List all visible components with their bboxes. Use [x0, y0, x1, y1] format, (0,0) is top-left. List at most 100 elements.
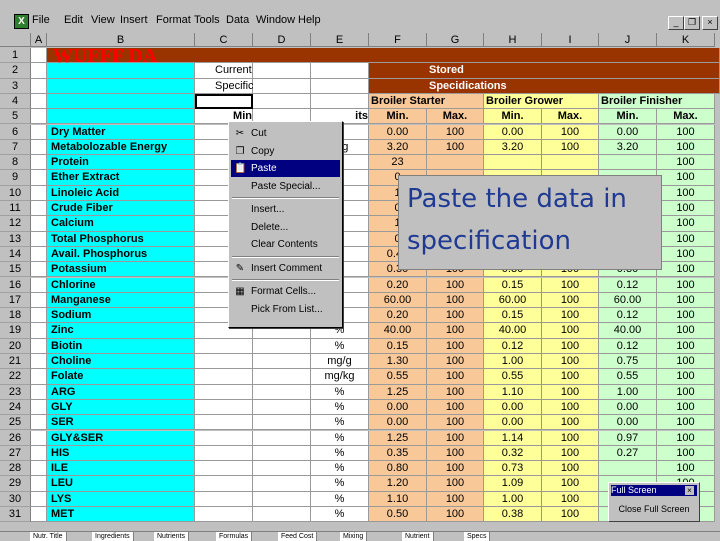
value-cell[interactable]: 3.20	[599, 139, 657, 156]
row-header[interactable]: 31	[0, 507, 31, 523]
value-cell[interactable]: 0.38	[484, 507, 542, 523]
context-menu-item[interactable]: Clear Contents	[231, 236, 340, 253]
column-header-j[interactable]: J	[599, 33, 657, 47]
column-header-a[interactable]: A	[31, 33, 47, 47]
nutrient-name[interactable]: Biotin	[47, 338, 195, 354]
value-cell[interactable]: 60.00	[369, 292, 427, 309]
value-cell[interactable]: 100	[427, 354, 484, 370]
value-cell[interactable]: 100	[542, 139, 599, 156]
value-cell[interactable]: 100	[657, 231, 715, 247]
row-header[interactable]: 29	[0, 476, 31, 492]
value-cell[interactable]: 0.00	[484, 124, 542, 140]
group-header[interactable]: Broiler Starter	[369, 93, 484, 110]
value-cell[interactable]: 0.00	[599, 415, 657, 431]
sheet-title[interactable]: WUFFF DA	[47, 46, 720, 66]
close-icon[interactable]: ×	[685, 486, 694, 495]
value-cell[interactable]: 1.00	[484, 354, 542, 370]
cell-b[interactable]	[47, 63, 195, 79]
value-cell[interactable]: 0.12	[599, 277, 657, 293]
value-cell[interactable]: 0.20	[369, 308, 427, 324]
context-menu-item[interactable]: Paste Special...	[231, 178, 340, 195]
nutrient-name[interactable]: Dry Matter	[47, 124, 195, 140]
column-header-d[interactable]: D	[253, 33, 311, 47]
row-header[interactable]: 5	[0, 109, 31, 125]
nutrient-name[interactable]: Choline	[47, 354, 195, 370]
nutrient-name[interactable]: Total Phosphorus	[47, 231, 195, 247]
current-max-cell[interactable]	[253, 491, 311, 507]
value-cell[interactable]: 0.15	[369, 338, 427, 354]
value-cell[interactable]: 0.73	[484, 461, 542, 477]
cell-e[interactable]	[311, 78, 369, 94]
value-cell[interactable]: 100	[657, 384, 715, 400]
cell-a[interactable]	[31, 430, 47, 446]
current-max-cell[interactable]	[253, 384, 311, 400]
cell-a[interactable]	[31, 78, 47, 94]
select-all-corner[interactable]	[0, 33, 31, 47]
nutrient-name[interactable]: Crude Fiber	[47, 201, 195, 217]
menu-edit[interactable]: Edit	[64, 14, 83, 26]
stored-spec-label[interactable]: Specidications	[369, 78, 720, 94]
row-header[interactable]: 10	[0, 185, 31, 201]
current-max-cell[interactable]	[253, 415, 311, 431]
value-cell[interactable]: 0.55	[369, 369, 427, 385]
value-cell[interactable]: 100	[657, 308, 715, 324]
value-cell[interactable]: 0.15	[484, 277, 542, 293]
row-header[interactable]: 16	[0, 277, 31, 293]
nutrient-name[interactable]: HIS	[47, 445, 195, 462]
row-header[interactable]: 21	[0, 354, 31, 370]
value-cell[interactable]: 100	[657, 124, 715, 140]
value-cell[interactable]: 100	[542, 292, 599, 309]
cell-a[interactable]	[31, 262, 47, 278]
cell-a[interactable]	[31, 491, 47, 507]
value-cell[interactable]: 1.10	[369, 491, 427, 507]
value-cell[interactable]	[427, 155, 484, 171]
value-cell[interactable]: 100	[657, 430, 715, 446]
value-cell[interactable]: 100	[542, 461, 599, 477]
menu-window[interactable]: Window	[256, 14, 295, 26]
unit-cell[interactable]: %	[311, 430, 369, 446]
excel-icon[interactable]: X	[14, 14, 29, 29]
value-cell[interactable]: 100	[657, 369, 715, 385]
current-min-cell[interactable]	[195, 491, 253, 507]
nutrient-name[interactable]: MET	[47, 507, 195, 523]
menu-data[interactable]: Data	[226, 14, 249, 26]
value-cell[interactable]: 0.00	[369, 124, 427, 140]
value-cell[interactable]: 100	[542, 430, 599, 446]
value-cell[interactable]: 0.55	[484, 369, 542, 385]
current-max-cell[interactable]	[253, 399, 311, 416]
value-cell[interactable]: 100	[427, 399, 484, 416]
value-cell[interactable]: 1.30	[369, 354, 427, 370]
cell-e[interactable]	[311, 63, 369, 79]
value-cell[interactable]: 0.12	[599, 308, 657, 324]
context-menu-item[interactable]: ✎ Insert Comment	[231, 260, 340, 277]
unit-cell[interactable]: %	[311, 384, 369, 400]
row-header[interactable]: 8	[0, 155, 31, 171]
value-cell[interactable]: 1.14	[484, 430, 542, 446]
row-header[interactable]: 18	[0, 308, 31, 324]
value-cell[interactable]: 100	[427, 292, 484, 309]
value-cell[interactable]: 0.12	[484, 338, 542, 354]
value-cell[interactable]: 100	[427, 308, 484, 324]
cell-a[interactable]	[31, 109, 47, 125]
nutrient-name[interactable]: SER	[47, 415, 195, 431]
row-header[interactable]: 26	[0, 430, 31, 446]
nutrient-name[interactable]: Metabolozable Energy	[47, 139, 195, 156]
row-header[interactable]: 3	[0, 78, 31, 94]
context-menu-item[interactable]: Insert...	[231, 201, 340, 218]
value-cell[interactable]: 100	[542, 399, 599, 416]
row-header[interactable]: 23	[0, 384, 31, 400]
value-cell[interactable]: 100	[657, 170, 715, 186]
minmax-header[interactable]: Max.	[427, 109, 484, 125]
nutrient-name[interactable]: LEU	[47, 476, 195, 492]
row-header[interactable]: 7	[0, 139, 31, 156]
nutrient-name[interactable]: Folate	[47, 369, 195, 385]
unit-cell[interactable]: mg/kg	[311, 369, 369, 385]
value-cell[interactable]: 100	[427, 384, 484, 400]
current-min-cell[interactable]	[195, 399, 253, 416]
value-cell[interactable]: 0.80	[369, 461, 427, 477]
current-max-cell[interactable]	[253, 354, 311, 370]
cell-a[interactable]	[31, 384, 47, 400]
value-cell[interactable]: 100	[657, 246, 715, 263]
current-min-cell[interactable]	[195, 354, 253, 370]
nutrient-name[interactable]: Calcium	[47, 216, 195, 232]
